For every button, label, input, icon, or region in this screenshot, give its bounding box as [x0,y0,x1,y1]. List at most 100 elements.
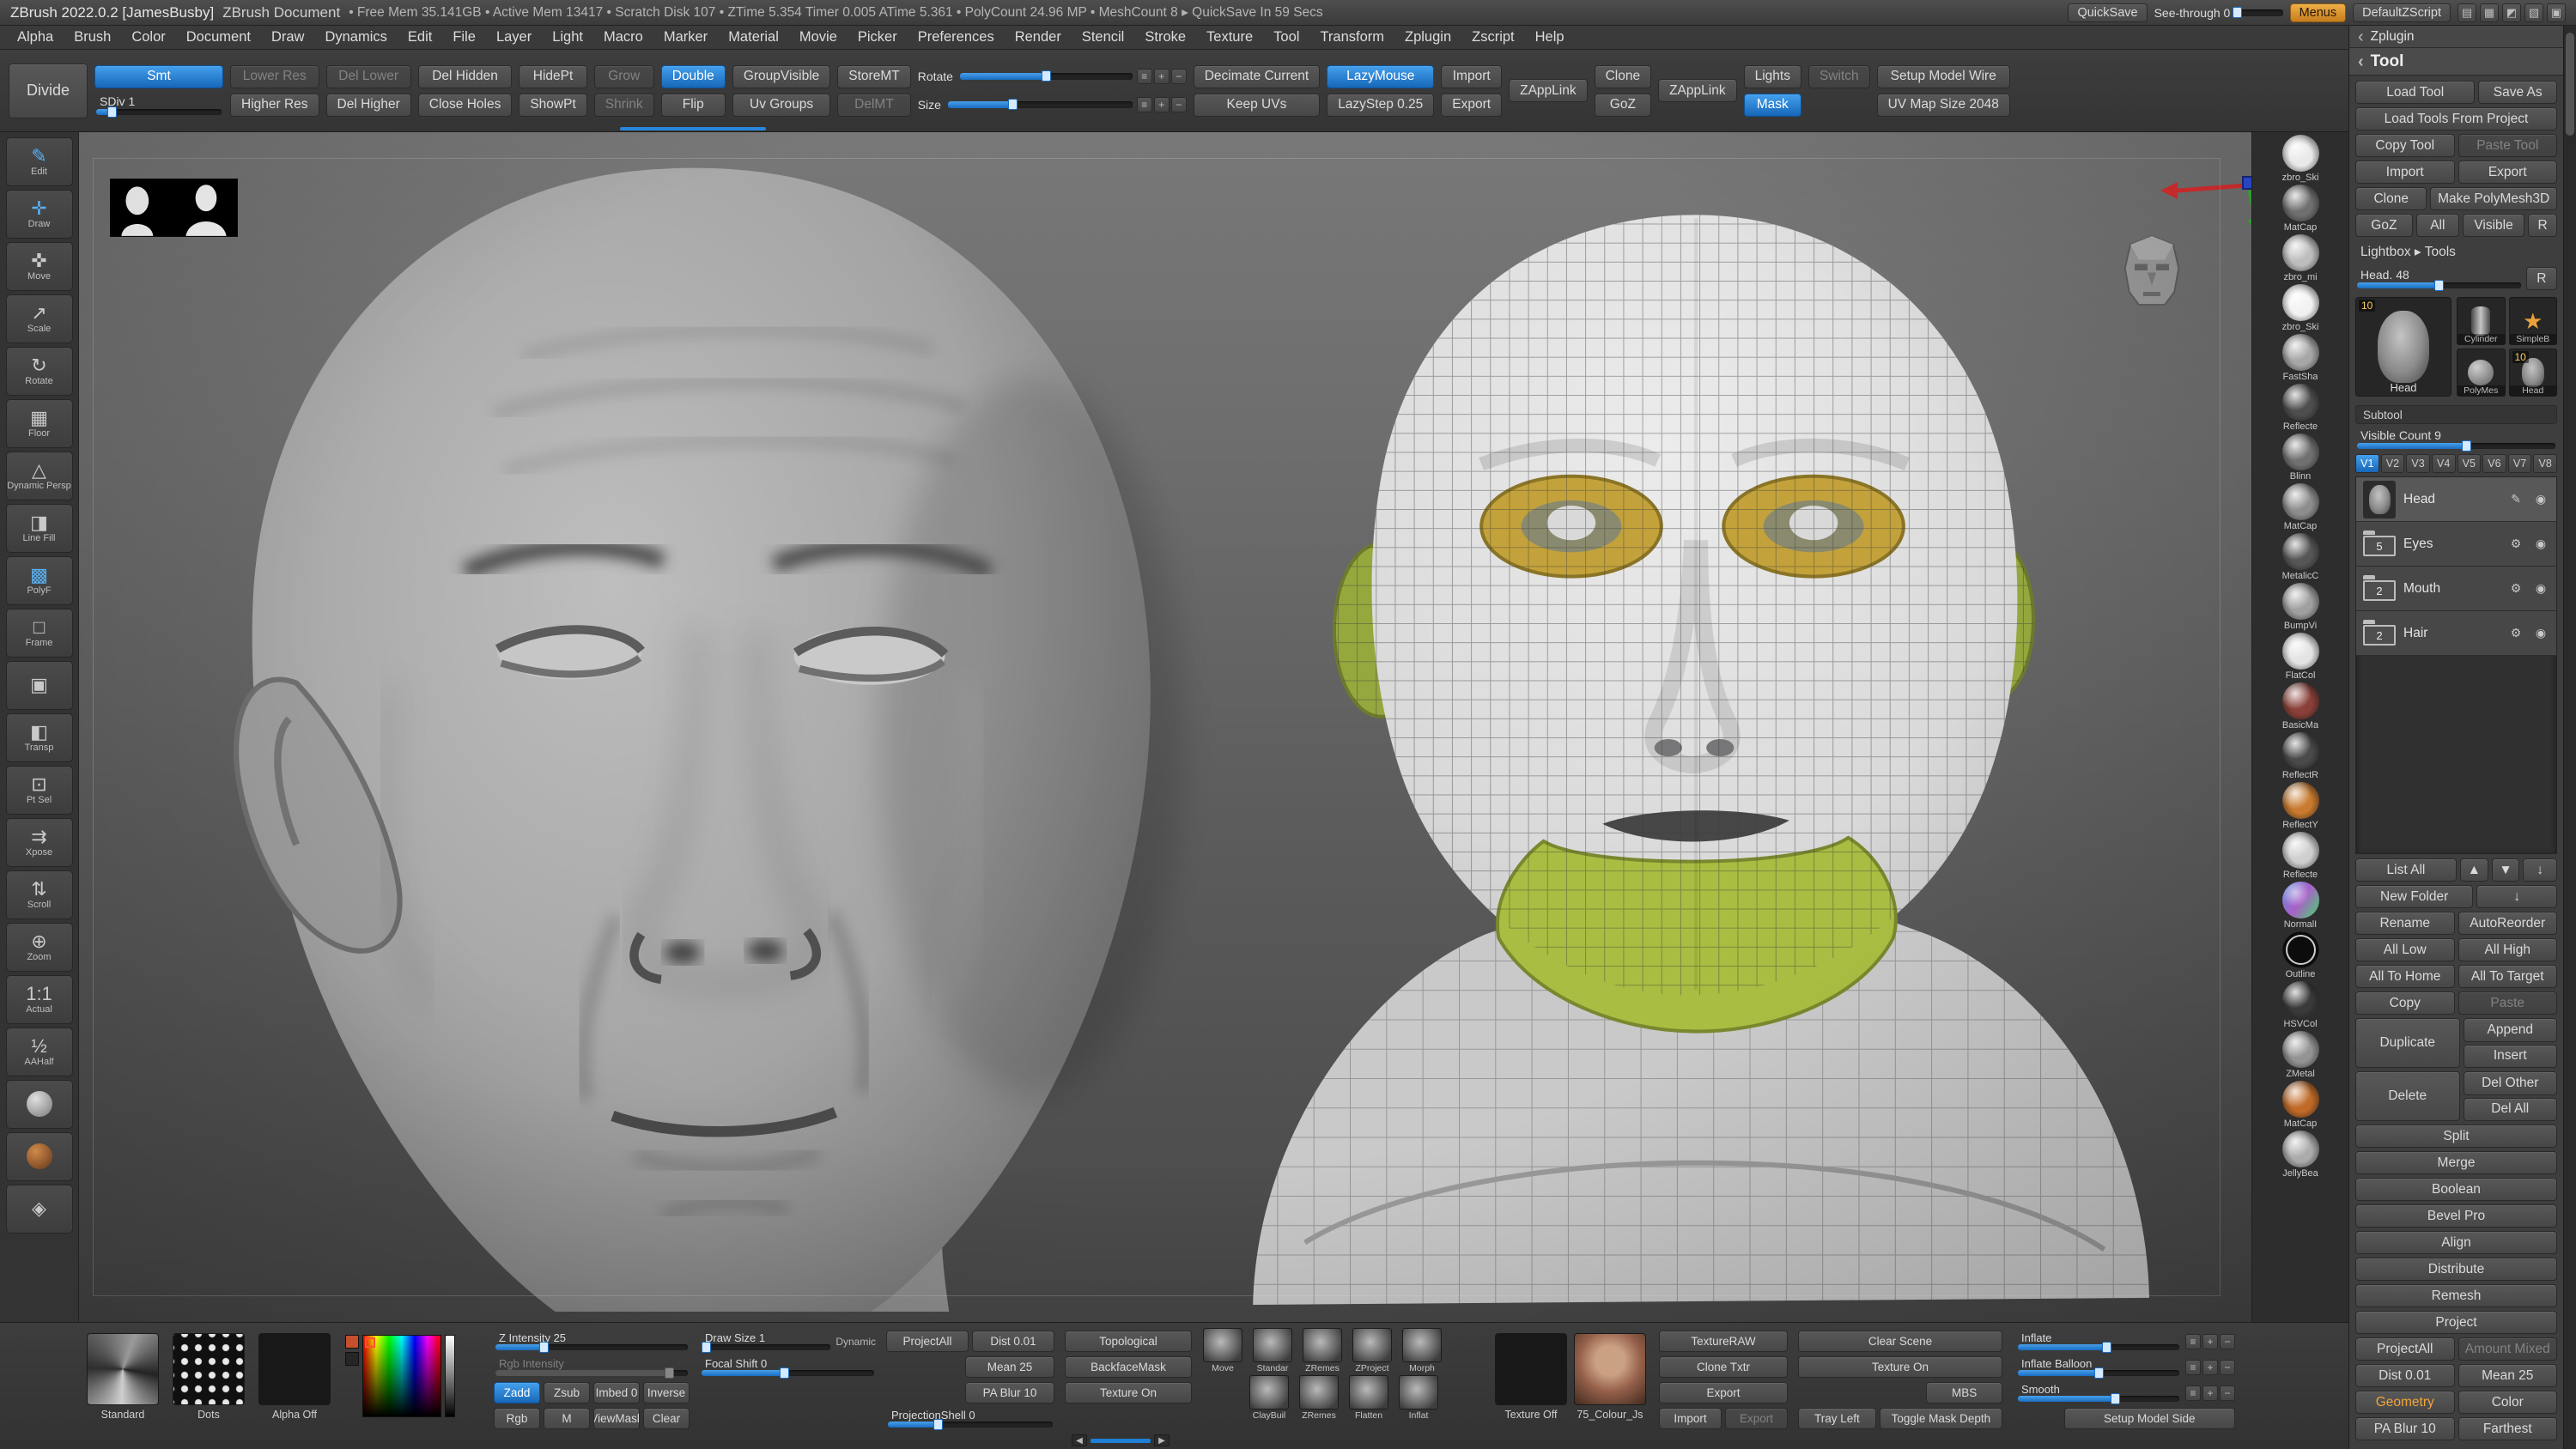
subtool-up-button[interactable]: ▲ [2460,858,2488,882]
lazystep-0-25-button[interactable]: LazyStep 0.25 [1327,94,1434,117]
visibility-eye-icon[interactable]: ◉ [2532,581,2549,596]
all-to-target-button[interactable]: All To Target [2458,965,2558,988]
m-button[interactable]: M [544,1408,590,1429]
line-fill-button[interactable]: ◨Line Fill [6,504,73,553]
paint-icon[interactable]: ✎ [2507,492,2524,506]
material-item-jellybea[interactable]: JellyBea [2282,1131,2319,1179]
menu-item-render[interactable]: Render [1005,26,1072,49]
transp-button[interactable]: ◧Transp [6,713,73,762]
folder-icon[interactable]: 2 [2363,580,2396,601]
import-button[interactable]: Import [2355,161,2455,184]
load-tool-button[interactable]: Load Tool [2355,81,2475,104]
uv-groups-button[interactable]: Uv Groups [732,94,830,117]
del-higher-button[interactable]: Del Higher [326,94,411,117]
menu-item-layer[interactable]: Layer [486,26,542,49]
move-button[interactable]: ✜Move [6,242,73,291]
material-item-reflectr[interactable]: ReflectR [2282,732,2319,780]
subtool-move-down-button[interactable]: ↓ [2523,858,2557,882]
close-holes-button[interactable]: Close Holes [418,94,513,117]
export-button[interactable]: Export [1441,94,1502,117]
append-button[interactable]: Append [2464,1018,2558,1042]
delete-button[interactable]: Delete [2355,1071,2460,1121]
material-item-bumpvi[interactable]: BumpVi [2282,583,2319,631]
backfacemask-button[interactable]: BackfaceMask [1065,1356,1192,1378]
folder-down-button[interactable]: ↓ [2476,885,2557,908]
texture-on-button[interactable]: Texture On [1798,1356,2002,1378]
inflate-slider[interactable]: Inflate [2016,1331,2181,1352]
r-button[interactable]: R [2526,267,2557,290]
rgb-intensity-slider[interactable]: Rgb Intensity [494,1356,690,1378]
actual-button[interactable]: 1:1Actual [6,975,73,1024]
visibility-eye-icon[interactable]: ◉ [2532,537,2549,551]
pa-blur-10-button[interactable]: PA Blur 10 [2355,1417,2455,1440]
polyf-button[interactable]: ▩PolyF [6,556,73,605]
zremes-brush-thumbnail[interactable]: ZRemes [1302,1328,1343,1373]
paste-button[interactable]: Paste [2458,991,2558,1015]
geometry-button[interactable]: Geometry [2355,1391,2455,1414]
material-item-matcap[interactable]: MatCap [2282,483,2319,531]
bevel-pro-button[interactable]: Bevel Pro [2355,1204,2557,1228]
viewmask-button[interactable]: ViewMask [593,1408,640,1429]
new-folder-button[interactable]: New Folder [2355,885,2473,908]
pa-blur-10-button[interactable]: PA Blur 10 [965,1382,1054,1404]
project-button[interactable]: Project [2355,1311,2557,1334]
material-item-blinn[interactable]: Blinn [2282,433,2319,482]
decimate-current-button[interactable]: Decimate Current [1194,65,1320,88]
flip-button[interactable]: Flip [661,94,726,117]
grid-icon[interactable]: ▦ [2480,3,2499,22]
storemt-button[interactable]: StoreMT [837,65,910,88]
mean-25-button[interactable]: Mean 25 [2458,1364,2558,1387]
brush-thumbnail[interactable]: Standard [86,1333,160,1421]
menu-item-edit[interactable]: Edit [398,26,442,49]
back-arrow-icon[interactable]: ‹ [2358,53,2364,70]
current-color-swatch[interactable] [345,1335,359,1349]
mean-25-button[interactable]: Mean 25 [965,1356,1054,1378]
material-item-hsvcol[interactable]: HSVCol [2282,981,2319,1029]
back-arrow-icon[interactable]: ‹ [2358,28,2364,45]
material-item-matcap[interactable]: MatCap [2282,1081,2319,1129]
scroll-position-bar[interactable] [1091,1439,1151,1443]
material-item-zbro-ski[interactable]: zbro_Ski [2282,135,2319,183]
color-picker[interactable] [345,1335,455,1417]
material-item-basicma[interactable]: BasicMa [2282,682,2319,731]
switch-button[interactable]: Switch [1808,65,1870,88]
slider-handle[interactable] [2102,1342,2111,1353]
sdiv-1-slider[interactable]: SDiv 1 [94,94,223,117]
menu-item-transform[interactable]: Transform [1309,26,1394,49]
del-other-button[interactable]: Del Other [2464,1071,2558,1095]
draw-size-1-slider[interactable]: Draw Size 1 [700,1331,832,1352]
higher-res-button[interactable]: Higher Res [230,94,319,117]
smt-button[interactable]: Smt [94,65,223,88]
zproject-brush-thumbnail[interactable]: ZProject [1352,1328,1393,1373]
focal-shift-0-slider[interactable]: Focal Shift 0 [700,1356,876,1378]
zapplink-button[interactable]: ZAppLink [1658,79,1736,102]
imbed-0-button[interactable]: Imbed 0 [593,1382,640,1404]
color-button[interactable]: Color [2458,1391,2558,1414]
material-swatch[interactable] [6,1080,73,1129]
lazymouse-button[interactable]: LazyMouse [1327,65,1434,88]
slider-options-button[interactable]: ≡ [1137,97,1152,112]
slider-options-button[interactable]: ≡ [2185,1360,2201,1375]
slider-handle[interactable] [2462,440,2471,452]
rotate-button[interactable]: ↻Rotate [6,347,73,396]
material-item-reflecty[interactable]: ReflectY [2282,782,2319,830]
clone-button[interactable]: Clone [1595,65,1652,88]
slider-handle[interactable] [107,106,117,118]
duplicate-button[interactable]: Duplicate [2355,1018,2460,1068]
slider-decrease-button[interactable]: − [1171,69,1187,84]
xpose-button[interactable]: ⇉Xpose [6,818,73,867]
menu-item-tool[interactable]: Tool [1263,26,1309,49]
head-tool-thumbnail[interactable]: 10Head [2509,349,2558,397]
polymes-tool-thumbnail[interactable]: PolyMes [2457,349,2506,397]
brush-swatch[interactable] [6,1132,73,1181]
material-item-fastsha[interactable]: FastSha [2282,334,2319,382]
menu-item-movie[interactable]: Movie [789,26,848,49]
clone-txtr-button[interactable]: Clone Txtr [1659,1356,1788,1378]
version-tab-v3[interactable]: V3 [2406,454,2430,473]
gear-icon[interactable]: ⚙ [2507,537,2524,551]
version-tab-v6[interactable]: V6 [2482,454,2506,473]
version-tab-v8[interactable]: V8 [2533,454,2557,473]
delmt-button[interactable]: DelMT [837,94,910,117]
clear-scene-button[interactable]: Clear Scene [1798,1331,2002,1352]
double-button[interactable]: Double [661,65,726,88]
